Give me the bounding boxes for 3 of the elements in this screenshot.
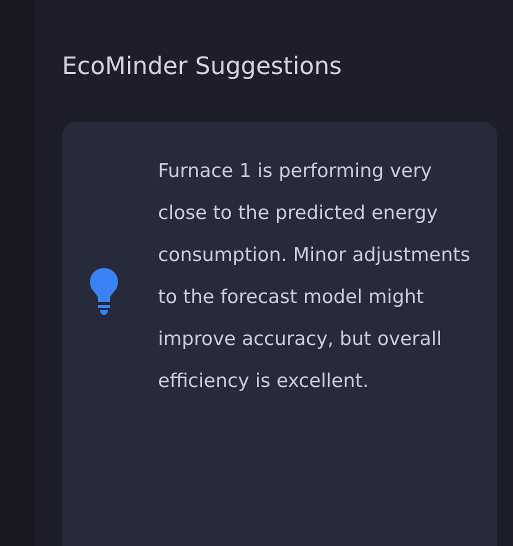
panel-title: EcoMinder Suggestions [62, 51, 342, 82]
suggestion-text: Furnace 1 is performing very close to the predicted energy consumption. Minor adjustments to the forecast model might improve accuracy, but overall efficiency is excellent. [158, 159, 472, 394]
lightbulb-icon [90, 268, 118, 316]
